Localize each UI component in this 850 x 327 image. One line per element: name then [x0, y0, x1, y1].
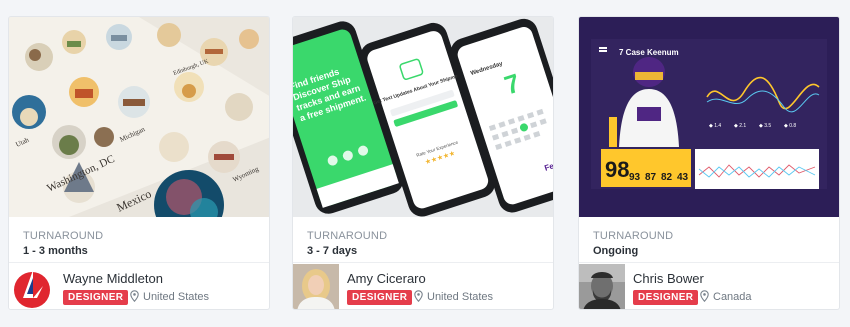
designer-name[interactable]: Amy Ciceraro	[347, 271, 426, 286]
designer-badge: DESIGNER	[633, 290, 699, 305]
portfolio-thumbnail-sports-dashboard[interactable]: 7 Case Keenum 98 93 87 82 43 ◆ 1.4 ◆ 2.1 ◆…	[579, 17, 839, 217]
location-pin-icon	[700, 290, 709, 307]
svg-text:◆ 3.5: ◆ 3.5	[759, 123, 771, 129]
designer-name[interactable]: Chris Bower	[633, 271, 704, 286]
location: United States	[414, 290, 493, 307]
designer-info: Wayne Middleton DESIGNER United States	[9, 264, 269, 309]
location: Canada	[700, 290, 752, 307]
designer-info: Amy Ciceraro DESIGNER United States	[293, 264, 553, 309]
svg-text:◆ 2.1: ◆ 2.1	[734, 123, 746, 129]
designer-info: Chris Bower DESIGNER Canada	[579, 264, 839, 309]
turnaround-section: TURNAROUND Ongoing	[579, 217, 839, 263]
dashboard-stat-4: 43	[677, 172, 689, 183]
dashboard-stat-1: 93	[629, 172, 641, 183]
turnaround-value: Ongoing	[593, 245, 639, 257]
turnaround-label: TURNAROUND	[593, 230, 674, 242]
dashboard-player-name: 7 Case Keenum	[619, 48, 679, 57]
svg-text:◆ 0.8: ◆ 0.8	[784, 123, 796, 129]
portfolio-thumbnail-shipping-app[interactable]: Find friendsDiscover Shiptracks and earn…	[293, 17, 553, 217]
designer-card-wayne-middleton[interactable]: Washington, DC Mexico Wyoming Utah Michi…	[8, 16, 270, 310]
blonde-woman-avatar[interactable]	[293, 264, 339, 309]
dashboard-stat-3: 82	[661, 172, 673, 183]
dashboard-stat-2: 87	[645, 172, 657, 183]
red-flag-logo-icon[interactable]	[9, 264, 55, 309]
designer-card-amy-ciceraro[interactable]: Find friendsDiscover Shiptracks and earn…	[292, 16, 554, 310]
turnaround-section: TURNAROUND 1 - 3 months	[9, 217, 269, 263]
location-text: United States	[427, 291, 494, 303]
svg-text:◆ 1.4: ◆ 1.4	[709, 123, 721, 129]
designer-card-chris-bower[interactable]: 7 Case Keenum 98 93 87 82 43 ◆ 1.4 ◆ 2.1 ◆…	[578, 16, 840, 310]
location: United States	[130, 290, 209, 307]
location-text: United States	[143, 291, 210, 303]
turnaround-label: TURNAROUND	[23, 230, 104, 242]
location-text: Canada	[713, 291, 752, 303]
turnaround-value: 3 - 7 days	[307, 245, 358, 257]
dashboard-overall-rating: 98	[605, 157, 629, 182]
turnaround-value: 1 - 3 months	[23, 245, 88, 257]
turnaround-section: TURNAROUND 3 - 7 days	[293, 217, 553, 263]
designer-name[interactable]: Wayne Middleton	[63, 271, 163, 286]
turnaround-label: TURNAROUND	[307, 230, 388, 242]
location-pin-icon	[414, 290, 423, 307]
location-pin-icon	[130, 290, 139, 307]
bearded-man-avatar[interactable]	[579, 264, 625, 309]
designer-badge: DESIGNER	[63, 290, 129, 305]
portfolio-thumbnail-illustrated-places[interactable]: Washington, DC Mexico Wyoming Utah Michi…	[9, 17, 269, 217]
designer-badge: DESIGNER	[347, 290, 413, 305]
